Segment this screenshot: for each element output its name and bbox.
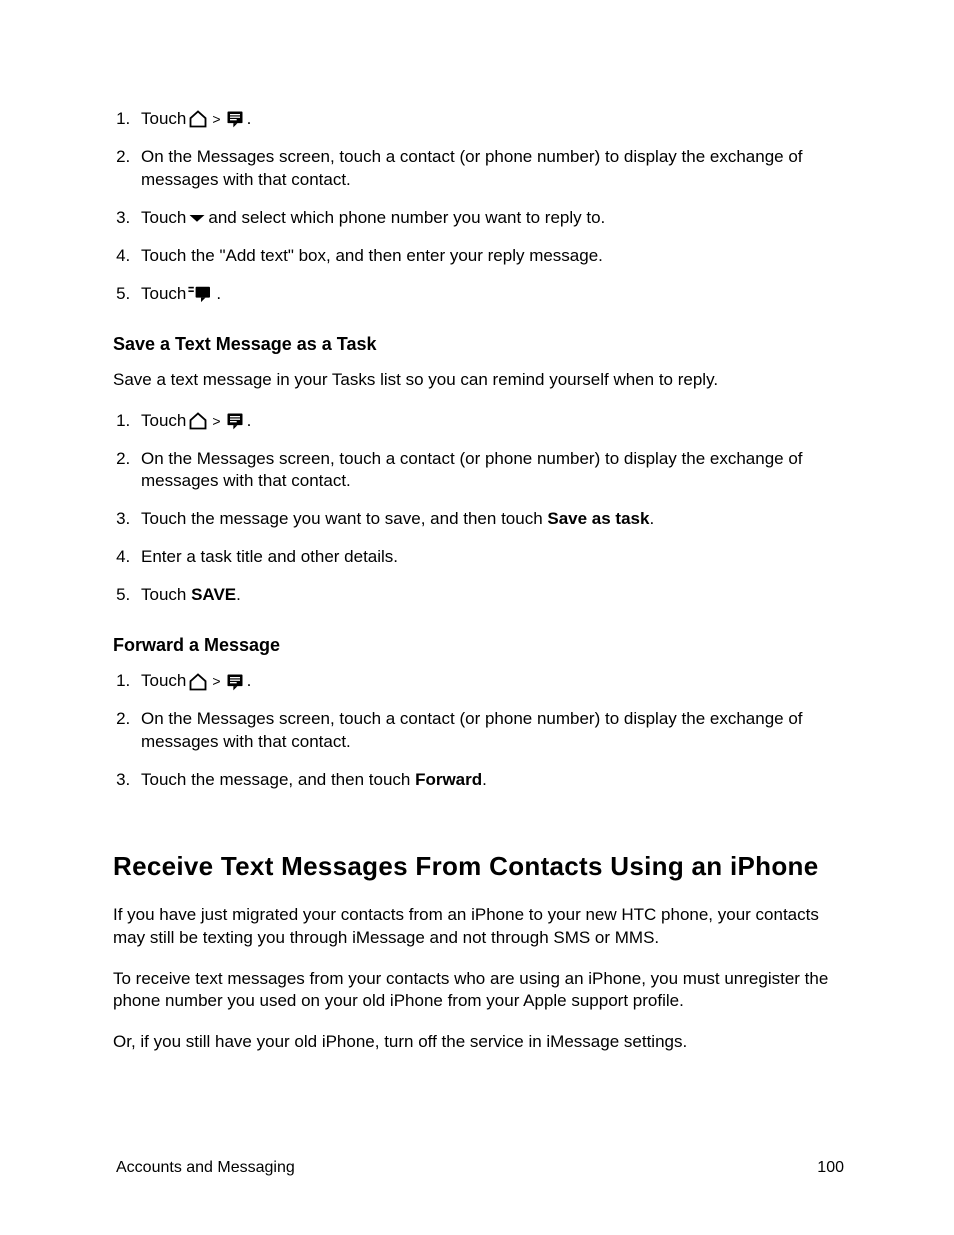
iphone-paragraph: To receive text messages from your conta…: [113, 968, 844, 1014]
step-text: Touch: [141, 108, 186, 131]
home-icon: [188, 672, 208, 692]
step-text: Touch: [141, 207, 186, 230]
period: .: [236, 585, 241, 604]
period: .: [216, 283, 221, 306]
page-footer: Accounts and Messaging 100: [116, 1159, 844, 1177]
period: .: [247, 410, 252, 433]
step-text: Touch: [141, 410, 186, 433]
forward-label: Forward: [415, 770, 482, 789]
period: .: [247, 670, 252, 693]
gt-separator: >: [212, 672, 220, 691]
save-task-steps-list: Touch > . On the Messages screen, touch …: [113, 410, 844, 608]
iphone-paragraph: Or, if you still have your old iPhone, t…: [113, 1031, 844, 1054]
step-text: and select which phone number you want t…: [208, 207, 605, 230]
gt-separator: >: [212, 412, 220, 431]
step-text: Touch the message you want to save, and …: [141, 509, 547, 528]
send-icon: [188, 285, 214, 303]
list-item: On the Messages screen, touch a contact …: [135, 146, 844, 192]
messages-icon: [225, 672, 245, 692]
iphone-section-heading: Receive Text Messages From Contacts Usin…: [113, 848, 844, 886]
messages-icon: [225, 411, 245, 431]
list-item: Touch the "Add text" box, and then enter…: [135, 245, 844, 268]
messages-icon: [225, 109, 245, 129]
list-item: Touch the message you want to save, and …: [135, 508, 844, 531]
forward-heading: Forward a Message: [113, 635, 844, 656]
list-item: Touch > .: [135, 108, 844, 131]
home-icon: [188, 411, 208, 431]
save-task-intro: Save a text message in your Tasks list s…: [113, 369, 844, 392]
period: .: [649, 509, 654, 528]
step-text: Touch: [141, 585, 191, 604]
list-item: Touch > .: [135, 410, 844, 433]
iphone-paragraph: If you have just migrated your contacts …: [113, 904, 844, 950]
step-text: Touch the message, and then touch: [141, 770, 415, 789]
save-as-task-label: Save as task: [547, 509, 649, 528]
document-page: Touch > . On the Messages screen, touch …: [0, 0, 954, 1235]
forward-steps-list: Touch > . On the Messages screen, touch …: [113, 670, 844, 792]
list-item: Touch and select which phone number you …: [135, 207, 844, 230]
list-item: Enter a task title and other details.: [135, 546, 844, 569]
list-item: Touch > .: [135, 670, 844, 693]
save-label: SAVE: [191, 585, 236, 604]
save-task-heading: Save a Text Message as a Task: [113, 334, 844, 355]
home-icon: [188, 109, 208, 129]
period: .: [482, 770, 487, 789]
step-text: Touch: [141, 670, 186, 693]
list-item: Touch .: [135, 283, 844, 306]
list-item: On the Messages screen, touch a contact …: [135, 448, 844, 494]
list-item: Touch the message, and then touch Forwar…: [135, 769, 844, 792]
dropdown-icon: [188, 213, 206, 223]
footer-section-title: Accounts and Messaging: [116, 1159, 295, 1177]
period: .: [247, 108, 252, 131]
list-item: Touch SAVE.: [135, 584, 844, 607]
gt-separator: >: [212, 110, 220, 129]
reply-steps-list: Touch > . On the Messages screen, touch …: [113, 108, 844, 306]
page-number: 100: [817, 1159, 844, 1177]
list-item: On the Messages screen, touch a contact …: [135, 708, 844, 754]
step-text: Touch: [141, 283, 186, 306]
